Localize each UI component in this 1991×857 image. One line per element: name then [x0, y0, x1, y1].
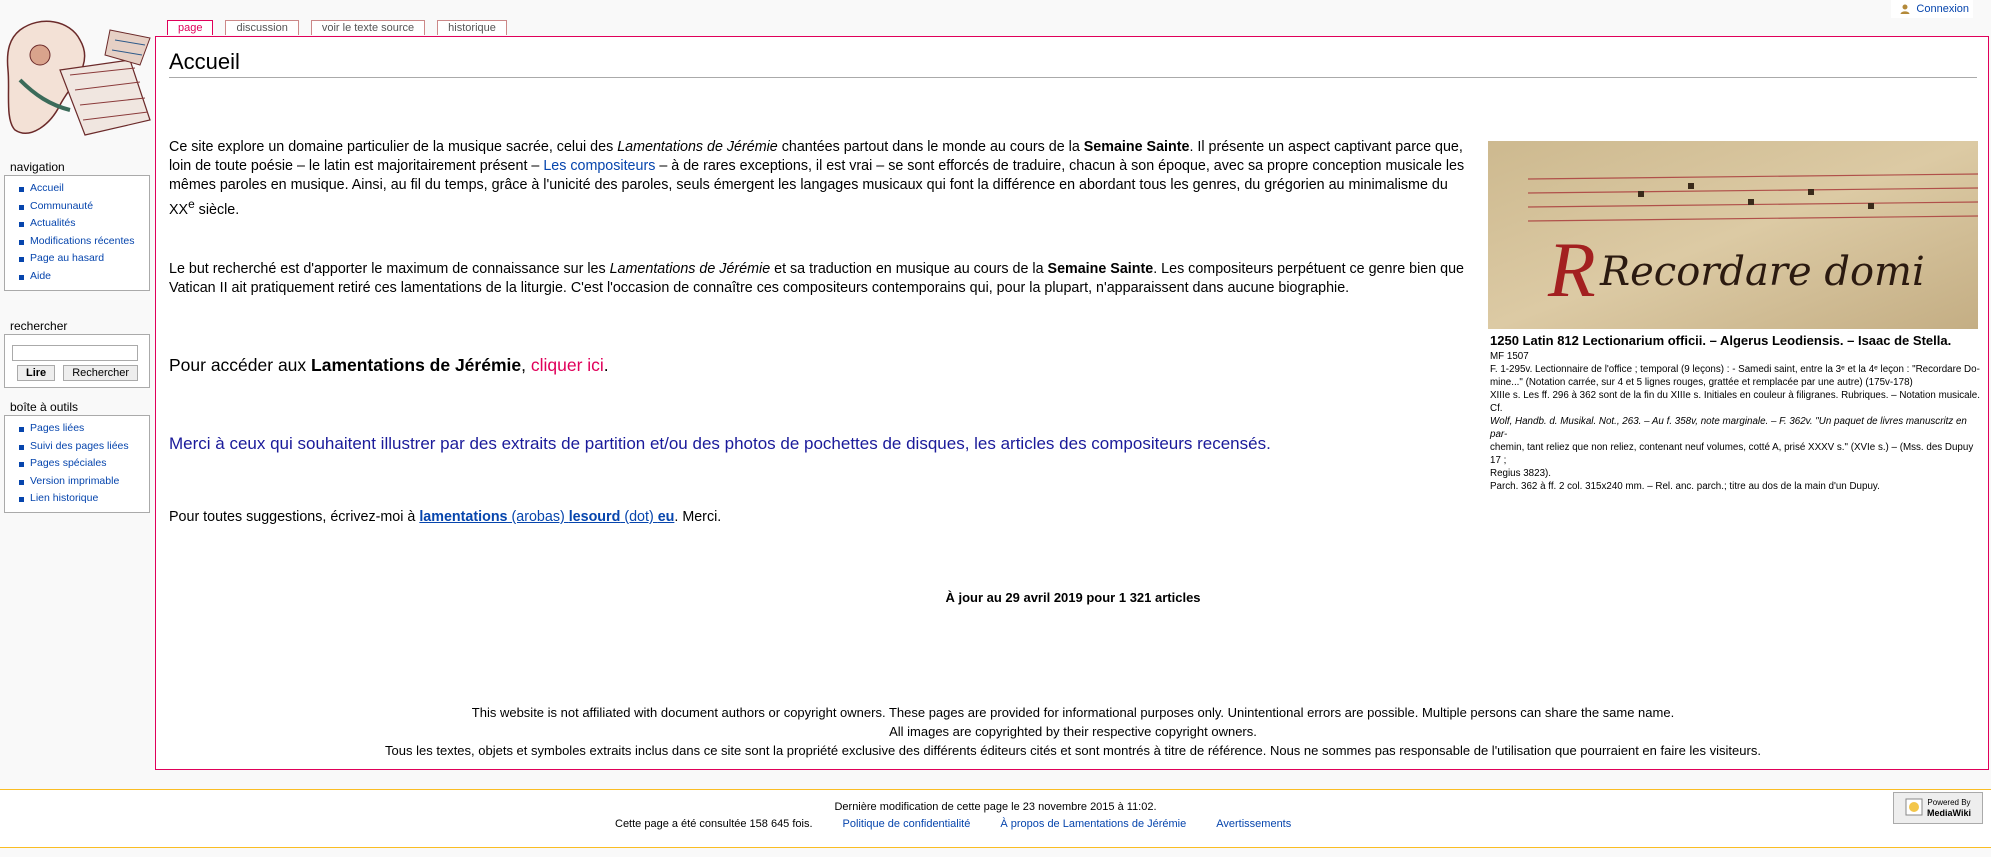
manuscript-thumbnail: R Recordare domi 1250 Latin 812 Lectiona…: [1482, 141, 1984, 493]
note-line: XIIIe s. Les ff. 296 à 362 sont de la fi…: [1490, 390, 1980, 414]
logo-illustration: [6, 20, 151, 136]
portlet-body: Lire Rechercher: [4, 334, 150, 388]
note-line: chemin, tant reliez que non reliez, cont…: [1490, 442, 1974, 466]
text-bold: lesourd: [568, 509, 621, 525]
powered-by-mediawiki-badge[interactable]: Powered By MediaWiki: [1893, 792, 1983, 824]
text: (arobas): [507, 509, 569, 525]
tab-discussion[interactable]: discussion: [225, 20, 299, 35]
tab-history[interactable]: historique: [437, 20, 507, 35]
footer-links: Cette page a été consultée 158 645 fois.…: [615, 818, 1291, 830]
note-line: MF 1507: [1490, 351, 1529, 362]
svg-text:R: R: [1547, 226, 1596, 313]
sidebar-item-modifications-recentes[interactable]: Modifications récentes: [30, 235, 134, 247]
about-link[interactable]: À propos de Lamentations de Jérémie: [1000, 818, 1186, 830]
text-italic: Lamentations de Jérémie: [609, 261, 771, 277]
disclaimers-link[interactable]: Avertissements: [1216, 818, 1291, 830]
text: siècle.: [194, 201, 240, 218]
login-link[interactable]: Connexion: [1916, 3, 1969, 15]
sidebar-item-version-imprimable[interactable]: Version imprimable: [30, 475, 119, 487]
mediawiki-label: MediaWiki: [1927, 808, 1971, 818]
portlet-title: rechercher: [10, 319, 68, 333]
text: chantées partout dans le monde au cours …: [777, 139, 1084, 155]
navigation-portlet: navigation Accueil Communauté Actualités…: [4, 160, 150, 291]
note-line: mine..." (Notation carrée, sur 4 et 5 li…: [1490, 377, 1913, 388]
text: et sa traduction en musique au cours de …: [770, 261, 1048, 277]
thanks-paragraph: Merci à ceux qui souhaitent illustrer pa…: [169, 434, 1271, 453]
text: Pour accéder aux: [169, 355, 312, 375]
page-tabs: page discussion voir le texte source his…: [167, 20, 519, 35]
last-modified: Dernière modification de cette page le 2…: [834, 801, 1157, 813]
sidebar-item-pages-speciales[interactable]: Pages spéciales: [30, 457, 106, 469]
sidebar-item-lien-historique[interactable]: Lien historique: [30, 492, 98, 504]
search-button[interactable]: Rechercher: [63, 365, 139, 381]
go-button[interactable]: Lire: [17, 365, 56, 381]
click-here-link[interactable]: cliquer ici: [531, 355, 604, 375]
update-status: À jour au 29 avril 2019 pour 1 321 artic…: [945, 590, 1201, 605]
contact-paragraph: Pour toutes suggestions, écrivez-moi à l…: [169, 508, 1465, 527]
page-title: Accueil: [169, 49, 1977, 78]
powered-by-text: Powered By MediaWiki: [1927, 798, 1971, 818]
portlet-body: Accueil Communauté Actualités Modificati…: [4, 175, 150, 291]
disclaimer-line: All images are copyrighted by their resp…: [889, 724, 1257, 739]
sidebar-item-actualites[interactable]: Actualités: [30, 217, 76, 229]
email-link[interactable]: lamentations (arobas) lesourd (dot) eu: [419, 509, 674, 525]
text-bold: lamentations: [419, 509, 508, 525]
user-icon: [1899, 3, 1911, 15]
portlet-title: boîte à outils: [10, 400, 79, 414]
sidebar-item-aide[interactable]: Aide: [30, 270, 51, 282]
text: Pour toutes suggestions, écrivez-moi à: [169, 509, 420, 525]
text: ,: [521, 355, 531, 375]
text: (dot): [620, 509, 658, 525]
text: .: [603, 355, 609, 375]
disclaimer-line: This website is not affiliated with docu…: [471, 705, 1675, 720]
text-bold: eu: [657, 509, 675, 525]
note-line: Wolf, Handb. d. Musikal. Not., 263. – Au…: [1490, 416, 1967, 440]
powered-by-label: Powered By: [1927, 798, 1971, 807]
text-italic: Lamentations de Jérémie: [617, 139, 778, 155]
text-bold: Lamentations de Jérémie: [311, 355, 522, 375]
sidebar-item-accueil[interactable]: Accueil: [30, 182, 64, 194]
text: Ce site explore un domaine particulier d…: [169, 139, 618, 155]
disclaimer-line: Tous les textes, objets et symboles extr…: [385, 743, 1761, 758]
text: . Merci.: [674, 509, 722, 525]
portlet-body: Pages liées Suivi des pages liées Pages …: [4, 415, 150, 513]
note-line: Regius 3823).: [1490, 468, 1551, 479]
privacy-link[interactable]: Politique de confidentialité: [843, 818, 971, 830]
manuscript-illustration: R: [1488, 141, 1978, 329]
manuscript-image[interactable]: R Recordare domi: [1488, 141, 1978, 329]
portlet-title: navigation: [10, 160, 65, 174]
sidebar-item-page-au-hasard[interactable]: Page au hasard: [30, 252, 104, 264]
tab-view-source[interactable]: voir le texte source: [310, 20, 426, 35]
superscript: e: [188, 197, 195, 211]
note-line: F. 1-295v. Lectionnaire de l'office ; te…: [1490, 364, 1980, 375]
composers-link[interactable]: Les compositeurs: [543, 158, 655, 174]
mediawiki-logo-icon: [1905, 798, 1923, 819]
footer: Dernière modification de cette page le 2…: [0, 789, 1991, 848]
disclaimer: This website is not affiliated with docu…: [156, 703, 1990, 760]
manuscript-script-text: Recordare domi: [1600, 249, 1925, 295]
tab-page[interactable]: page: [167, 20, 214, 35]
sidebar-item-communaute[interactable]: Communauté: [30, 200, 93, 212]
view-count: Cette page a été consultée 158 645 fois.: [615, 818, 813, 830]
thumbnail-caption: 1250 Latin 812 Lectionarium officii. – A…: [1490, 333, 1952, 348]
text-bold: Semaine Sainte: [1047, 261, 1154, 277]
thumbnail-notes: MF 1507 F. 1-295v. Lectionnaire de l'off…: [1490, 350, 1980, 493]
goal-paragraph: Le but recherché est d'apporter le maxim…: [169, 260, 1465, 298]
text: Le but recherché est d'apporter le maxim…: [169, 261, 610, 277]
search-input[interactable]: [12, 345, 138, 361]
personal-tools: Connexion: [1891, 0, 1973, 18]
sidebar-item-suivi-pages-liees[interactable]: Suivi des pages liées: [30, 440, 129, 452]
content-area: Accueil Ce site explore un domaine parti…: [155, 36, 1989, 770]
search-portlet: rechercher Lire Rechercher: [4, 319, 150, 388]
intro-paragraph: Ce site explore un domaine particulier d…: [169, 138, 1465, 220]
text-bold: Semaine Sainte: [1083, 139, 1190, 155]
access-paragraph: Pour accéder aux Lamentations de Jérémie…: [169, 353, 1465, 377]
note-line: Parch. 362 à ff. 2 col. 315x240 mm. – Re…: [1490, 481, 1880, 492]
site-logo[interactable]: [0, 10, 160, 150]
sidebar-item-pages-liees[interactable]: Pages liées: [30, 422, 84, 434]
toolbox-portlet: boîte à outils Pages liées Suivi des pag…: [4, 400, 150, 513]
